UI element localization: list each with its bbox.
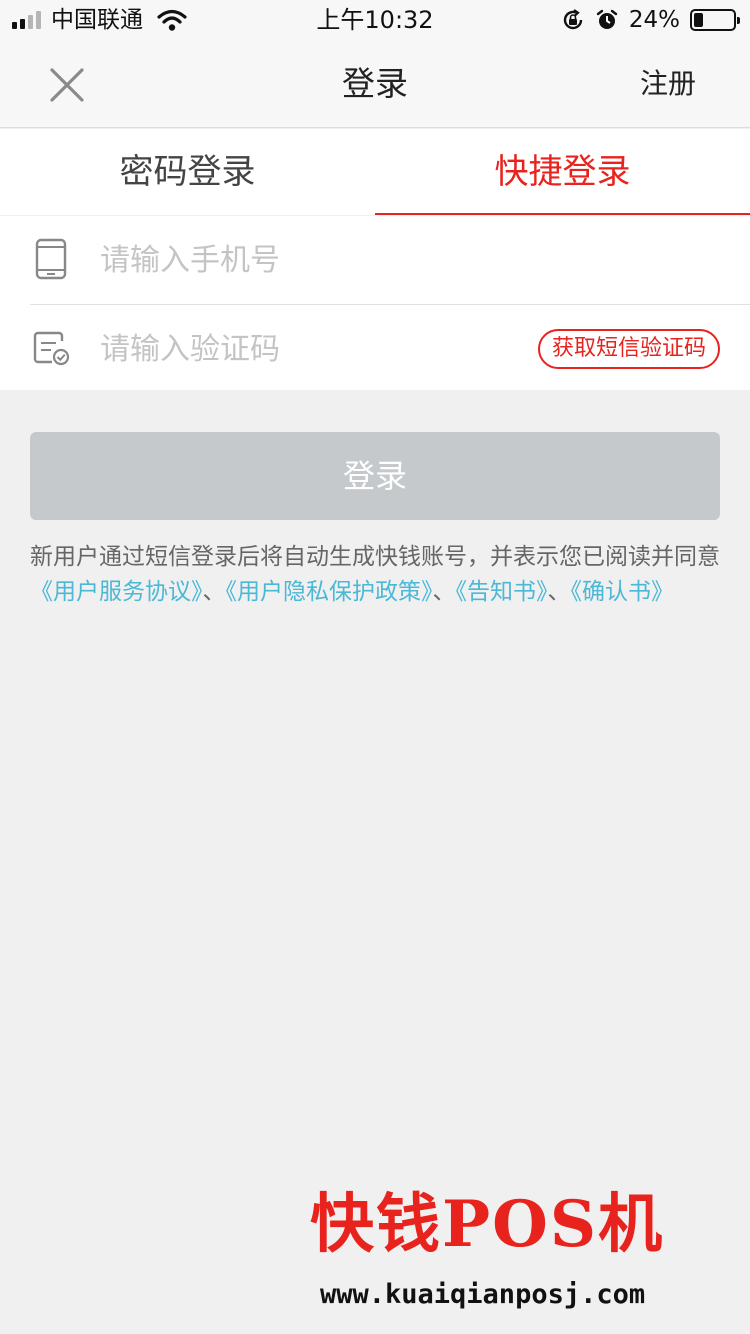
agreement-text: 新用户通过短信登录后将自动生成快钱账号，并表示您已阅读并同意《用户服务协议》、《… (30, 540, 720, 610)
login-form: 获取短信验证码 (0, 216, 750, 390)
agreement-separator: 、 (547, 579, 571, 605)
register-button[interactable]: 注册 (640, 66, 696, 102)
tab-quick-login[interactable]: 快捷登录 (375, 129, 750, 215)
tab-password-login[interactable]: 密码登录 (0, 129, 375, 215)
notice-link[interactable]: 《告知书》 (456, 579, 548, 605)
agreement-separator: 、 (202, 579, 226, 605)
battery-percent: 24% (628, 7, 680, 33)
confirmation-link[interactable]: 《确认书》 (571, 579, 675, 605)
battery-icon (690, 9, 740, 31)
verify-code-icon (33, 331, 70, 366)
phone-icon (35, 238, 67, 280)
watermark: 快钱POS机 www.kuaiqianposj.com (310, 1185, 740, 1325)
verify-code-input[interactable] (100, 323, 520, 375)
phone-row (0, 216, 750, 305)
nav-bar: 登录 注册 (0, 40, 750, 128)
alarm-icon (596, 9, 618, 29)
login-tabs: 密码登录 快捷登录 (0, 129, 750, 344)
watermark-url: www.kuaiqianposj.com (320, 1279, 646, 1310)
agreement-intro: 新用户通过短信登录后将自动生成快钱账号，并表示您已阅读并同意 (30, 544, 720, 570)
battery-fill (694, 13, 703, 27)
user-service-agreement-link[interactable]: 《用户服务协议》 (30, 579, 203, 605)
status-bar: 中国联通 上午10:32 24% (0, 0, 750, 40)
watermark-logo: 快钱POS机 (310, 1187, 665, 1262)
privacy-policy-link[interactable]: 《用户隐私保护政策》 (226, 579, 433, 605)
status-right: 24% (561, 6, 740, 34)
orientation-lock-icon (563, 9, 583, 30)
get-sms-code-button[interactable]: 获取短信验证码 (537, 329, 720, 369)
agreement-separator: 、 (432, 579, 456, 605)
page-title: 登录 (342, 64, 408, 103)
code-row: 获取短信验证码 (0, 305, 750, 393)
phone-input[interactable] (100, 234, 520, 286)
login-button[interactable]: 登录 (30, 432, 720, 520)
